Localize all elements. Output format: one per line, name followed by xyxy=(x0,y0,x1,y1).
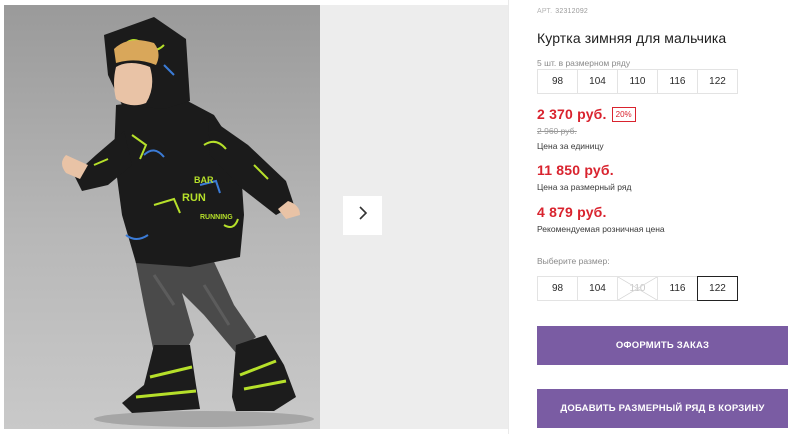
size-selector: 98 104 110 116 122 xyxy=(537,276,738,301)
discount-badge: 20% xyxy=(611,106,636,122)
size-option-110: 110 xyxy=(617,276,658,301)
retail-price: 4 879 руб. xyxy=(537,204,607,220)
add-range-to-cart-button[interactable]: ДОБАВИТЬ РАЗМЕРНЫЙ РЯД В КОРЗИНУ xyxy=(537,389,788,428)
svg-text:BAR: BAR xyxy=(194,175,214,185)
range-price-caption: Цена за размерный ряд xyxy=(537,182,632,192)
size-range-item: 98 xyxy=(537,69,578,94)
old-price: 2 960 руб. xyxy=(537,126,577,136)
unit-price: 2 370 руб. xyxy=(537,106,607,122)
sku-value: 32312092 xyxy=(555,8,589,15)
size-option-104[interactable]: 104 xyxy=(577,276,618,301)
size-range-caption: 5 шт. в размерном ряду xyxy=(537,58,631,68)
size-select-caption: Выберите размер: xyxy=(537,256,610,266)
size-range-item: 122 xyxy=(697,69,738,94)
size-option-122[interactable]: 122 xyxy=(697,276,738,301)
product-gallery: BAR RUN RUNNING xyxy=(0,0,508,434)
size-range-list: 98 104 110 116 122 xyxy=(537,69,738,94)
column-divider xyxy=(508,0,509,434)
unit-price-caption: Цена за единицу xyxy=(537,141,604,151)
retail-price-caption: Рекомендуемая розничная цена xyxy=(537,224,665,234)
gallery-next-button[interactable] xyxy=(343,196,382,235)
svg-text:RUN: RUN xyxy=(182,192,206,204)
chevron-right-icon xyxy=(358,206,368,225)
unavailable-cross-icon xyxy=(618,277,657,300)
product-photo[interactable]: BAR RUN RUNNING xyxy=(4,5,320,429)
range-price: 11 850 руб. xyxy=(537,162,614,178)
size-range-item: 116 xyxy=(657,69,698,94)
size-option-116[interactable]: 116 xyxy=(657,276,698,301)
size-range-item: 104 xyxy=(577,69,618,94)
product-sku: АРТ. 32312092 xyxy=(537,8,588,15)
svg-text:RUNNING: RUNNING xyxy=(200,214,233,221)
checkout-button[interactable]: ОФОРМИТЬ ЗАКАЗ xyxy=(537,326,788,365)
size-option-98[interactable]: 98 xyxy=(537,276,578,301)
product-title: Куртка зимняя для мальчика xyxy=(537,30,727,46)
unit-price-block: 2 370 руб. 20% xyxy=(537,106,636,122)
sku-label: АРТ. xyxy=(537,8,553,15)
size-range-item: 110 xyxy=(617,69,658,94)
